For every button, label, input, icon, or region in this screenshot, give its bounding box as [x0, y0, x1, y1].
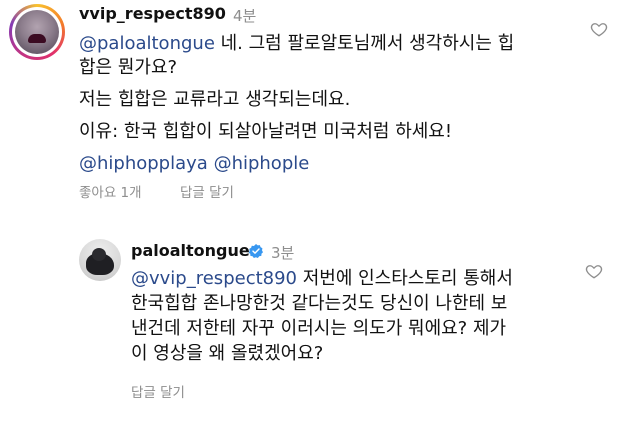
avatar[interactable]	[9, 4, 65, 60]
heart-outline-icon[interactable]	[590, 20, 608, 38]
comment-text-line: 저는 힙합은 교류라고 생각되는데요.	[79, 89, 351, 110]
comment-text-line: 낸건데 저한테 자꾸 이러시는 의도가 뭐에요? 제가	[131, 318, 507, 339]
mention-link[interactable]: @paloaltongue	[79, 33, 215, 54]
comment-time: 4분	[233, 7, 257, 25]
comment-text-line: @vvip_respect890 저번에 인스타스토리 통해서	[131, 268, 513, 289]
likes-count[interactable]: 좋아요 1개	[79, 181, 142, 201]
comment-tags: @hiphopplaya @hiphople	[79, 152, 309, 176]
reply-button[interactable]: 답글 달기	[180, 181, 234, 201]
comment-text-line: @paloaltongue 네. 그럼 팔로알토님께서 생각하시는 힙	[79, 33, 515, 54]
comment-text-line: 이 영상을 왜 올렸겠어요?	[131, 343, 324, 364]
reply-button[interactable]: 답글 달기	[131, 381, 185, 401]
verified-badge-icon	[248, 244, 263, 258]
comment-text-line: 이유: 한국 힙합이 되살아날려면 미국처럼 하세요!	[79, 121, 453, 142]
comment-username[interactable]: paloaltongue	[131, 241, 250, 260]
comment-username[interactable]: vvip_respect890	[79, 4, 226, 23]
comments-thread: vvip_respect890 4분 @paloaltongue 네. 그럼 팔…	[0, 0, 640, 429]
comment-text-line: 한국힙합 존나망한것 같다는것도 당신이 나한테 보	[131, 293, 508, 314]
comment-time: 3분	[271, 244, 295, 262]
heart-outline-icon[interactable]	[585, 262, 603, 280]
mention-link[interactable]: @hiphopplaya	[79, 153, 208, 174]
comment-text-line: 합은 뭔가요?	[79, 57, 178, 78]
mention-link[interactable]: @hiphople	[214, 153, 310, 174]
mention-link[interactable]: @vvip_respect890	[131, 268, 297, 289]
avatar[interactable]	[79, 239, 121, 281]
